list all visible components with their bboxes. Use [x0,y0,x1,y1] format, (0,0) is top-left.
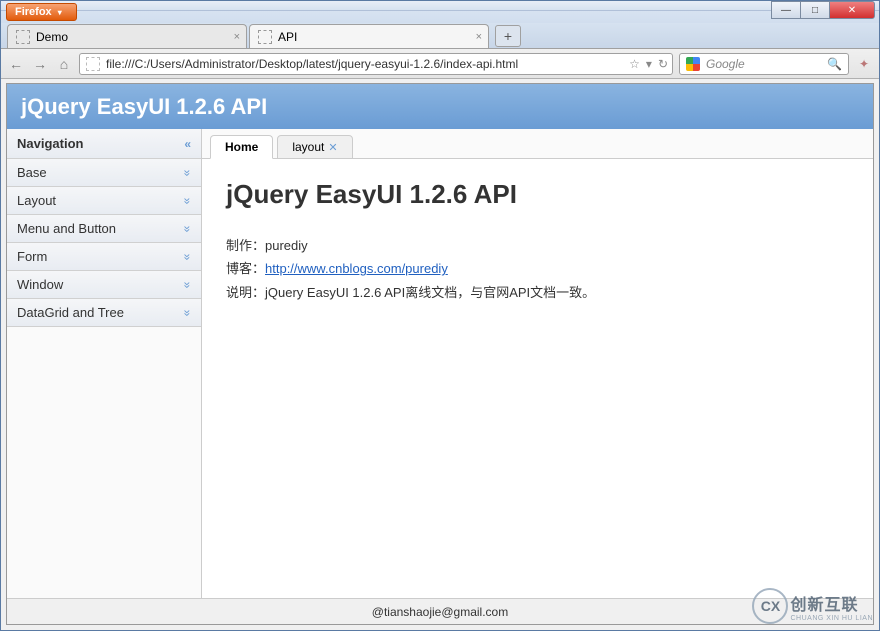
page-header: jQuery EasyUI 1.2.6 API [7,84,873,129]
firefox-menu-button[interactable]: Firefox [6,3,77,21]
footer-text: @tianshaojie@gmail.com [372,605,508,619]
author-label: 制作： [226,238,265,253]
chevron-down-icon [184,222,191,236]
url-dropdown-icon[interactable]: ▾ [646,57,652,71]
tab-close-icon[interactable]: × [476,31,482,43]
blog-link[interactable]: http://www.cnblogs.com/purediy [265,261,448,276]
main-panel: Home layout✕ jQuery EasyUI 1.2.6 API 制作：… [202,129,873,598]
favicon-icon [16,30,30,44]
search-icon[interactable]: 🔍 [827,57,842,71]
tab-home[interactable]: Home [210,135,273,159]
page-footer: @tianshaojie@gmail.com [7,598,873,624]
tab-close-icon[interactable]: ✕ [328,141,337,154]
content-area: jQuery EasyUI 1.2.6 API 制作：purediy 博客：ht… [202,159,873,324]
tab-close-icon[interactable]: × [234,31,240,43]
back-button[interactable]: ← [7,55,25,73]
tab-title: API [278,30,297,44]
bookmark-star-icon[interactable]: ☆ [629,57,640,71]
toolbar: ← → ⌂ file:///C:/Users/Administrator/Des… [1,49,879,79]
new-tab-button[interactable]: + [495,25,521,47]
url-input[interactable]: file:///C:/Users/Administrator/Desktop/l… [79,53,673,75]
chevron-down-icon [184,194,191,208]
content-heading: jQuery EasyUI 1.2.6 API [226,179,849,210]
search-input[interactable]: Google 🔍 [679,53,849,75]
collapse-icon[interactable] [184,137,191,151]
maximize-button[interactable]: □ [800,1,830,19]
tab-title: Demo [36,30,68,44]
chevron-down-icon [184,250,191,264]
search-placeholder: Google [706,57,745,71]
url-text: file:///C:/Users/Administrator/Desktop/l… [106,57,518,71]
sidebar-item-base[interactable]: Base [7,159,201,187]
sidebar: Navigation Base Layout Menu and Button F… [7,129,202,598]
desc-label: 说明： [226,285,265,300]
watermark-subtext: CHUANG XIN HU LIAN [790,615,873,622]
home-button[interactable]: ⌂ [55,55,73,73]
author-value: purediy [265,238,308,253]
close-button[interactable]: ✕ [829,1,875,19]
chevron-down-icon [184,306,191,320]
page-viewport: jQuery EasyUI 1.2.6 API Navigation Base … [6,83,874,625]
browser-tabstrip: Demo × API × + [1,23,879,49]
tab-layout[interactable]: layout✕ [277,135,352,159]
watermark: CX 创新互联 CHUANG XIN HU LIAN [752,588,873,624]
sidebar-item-datagrid[interactable]: DataGrid and Tree [7,299,201,327]
site-identity-icon [86,57,100,71]
sidebar-item-form[interactable]: Form [7,243,201,271]
watermark-logo-icon: CX [752,588,788,624]
sidebar-item-window[interactable]: Window [7,271,201,299]
window-controls: — □ ✕ [772,1,875,19]
watermark-text: 创新互联 [790,597,858,614]
browser-tab[interactable]: API × [249,24,489,48]
page-title: jQuery EasyUI 1.2.6 API [21,94,267,120]
blog-label: 博客： [226,261,265,276]
favicon-icon [258,30,272,44]
forward-button[interactable]: → [31,55,49,73]
google-icon [686,57,700,71]
sidebar-title[interactable]: Navigation [7,129,201,159]
chevron-down-icon [184,166,191,180]
sidebar-item-menu[interactable]: Menu and Button [7,215,201,243]
minimize-button[interactable]: — [771,1,801,19]
sidebar-item-layout[interactable]: Layout [7,187,201,215]
browser-tab[interactable]: Demo × [7,24,247,48]
desc-value: jQuery EasyUI 1.2.6 API离线文档，与官网API文档一致。 [265,285,595,300]
feed-icon[interactable]: ✦ [855,55,873,73]
chevron-down-icon [184,278,191,292]
reload-icon[interactable]: ↻ [658,57,668,71]
content-tabstrip: Home layout✕ [202,129,873,159]
